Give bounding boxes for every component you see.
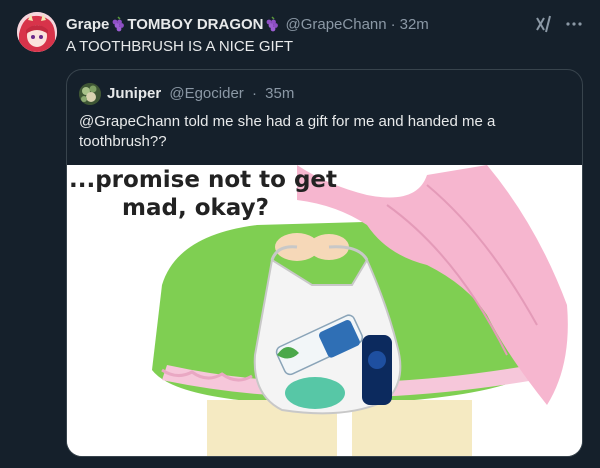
author-name[interactable]: Grape — [66, 16, 109, 33]
tweet[interactable]: Grape TOMBOY DRAGON @GrapeChann · 32m A … — [0, 0, 600, 468]
grape-icon — [110, 16, 126, 32]
quoted-tweet[interactable]: Juniper @Egocider · 35m @GrapeChann told… — [66, 69, 583, 457]
quoted-author-name[interactable]: Juniper — [107, 85, 161, 102]
quoted-header: Juniper @Egocider · 35m — [107, 85, 294, 102]
grok-icon[interactable] — [534, 14, 554, 34]
author-handle[interactable]: @GrapeChann — [285, 16, 386, 33]
avatar[interactable] — [17, 12, 57, 52]
meme-caption-line1: ...promise not to get — [69, 167, 338, 193]
more-options-icon[interactable] — [564, 14, 584, 34]
separator-dot: · — [390, 15, 396, 33]
author-name-part2[interactable]: TOMBOY DRAGON — [127, 16, 263, 33]
meme-caption-line2: mad, okay? — [122, 195, 269, 221]
quoted-media-image[interactable]: ...promise not to get mad, okay? — [67, 165, 582, 456]
grape-icon — [264, 16, 280, 32]
quoted-timestamp[interactable]: 35m — [265, 85, 294, 102]
quoted-text: @GrapeChann told me she had a gift for m… — [79, 113, 496, 150]
quoted-avatar[interactable] — [79, 83, 101, 105]
timestamp[interactable]: 32m — [400, 16, 429, 33]
tweet-text: A TOOTHBRUSH IS A NICE GIFT — [66, 38, 293, 55]
separator-dot: · — [251, 85, 257, 102]
tweet-header: Grape TOMBOY DRAGON @GrapeChann · 32m — [66, 14, 429, 34]
quoted-author-handle[interactable]: @Egocider — [169, 85, 243, 102]
